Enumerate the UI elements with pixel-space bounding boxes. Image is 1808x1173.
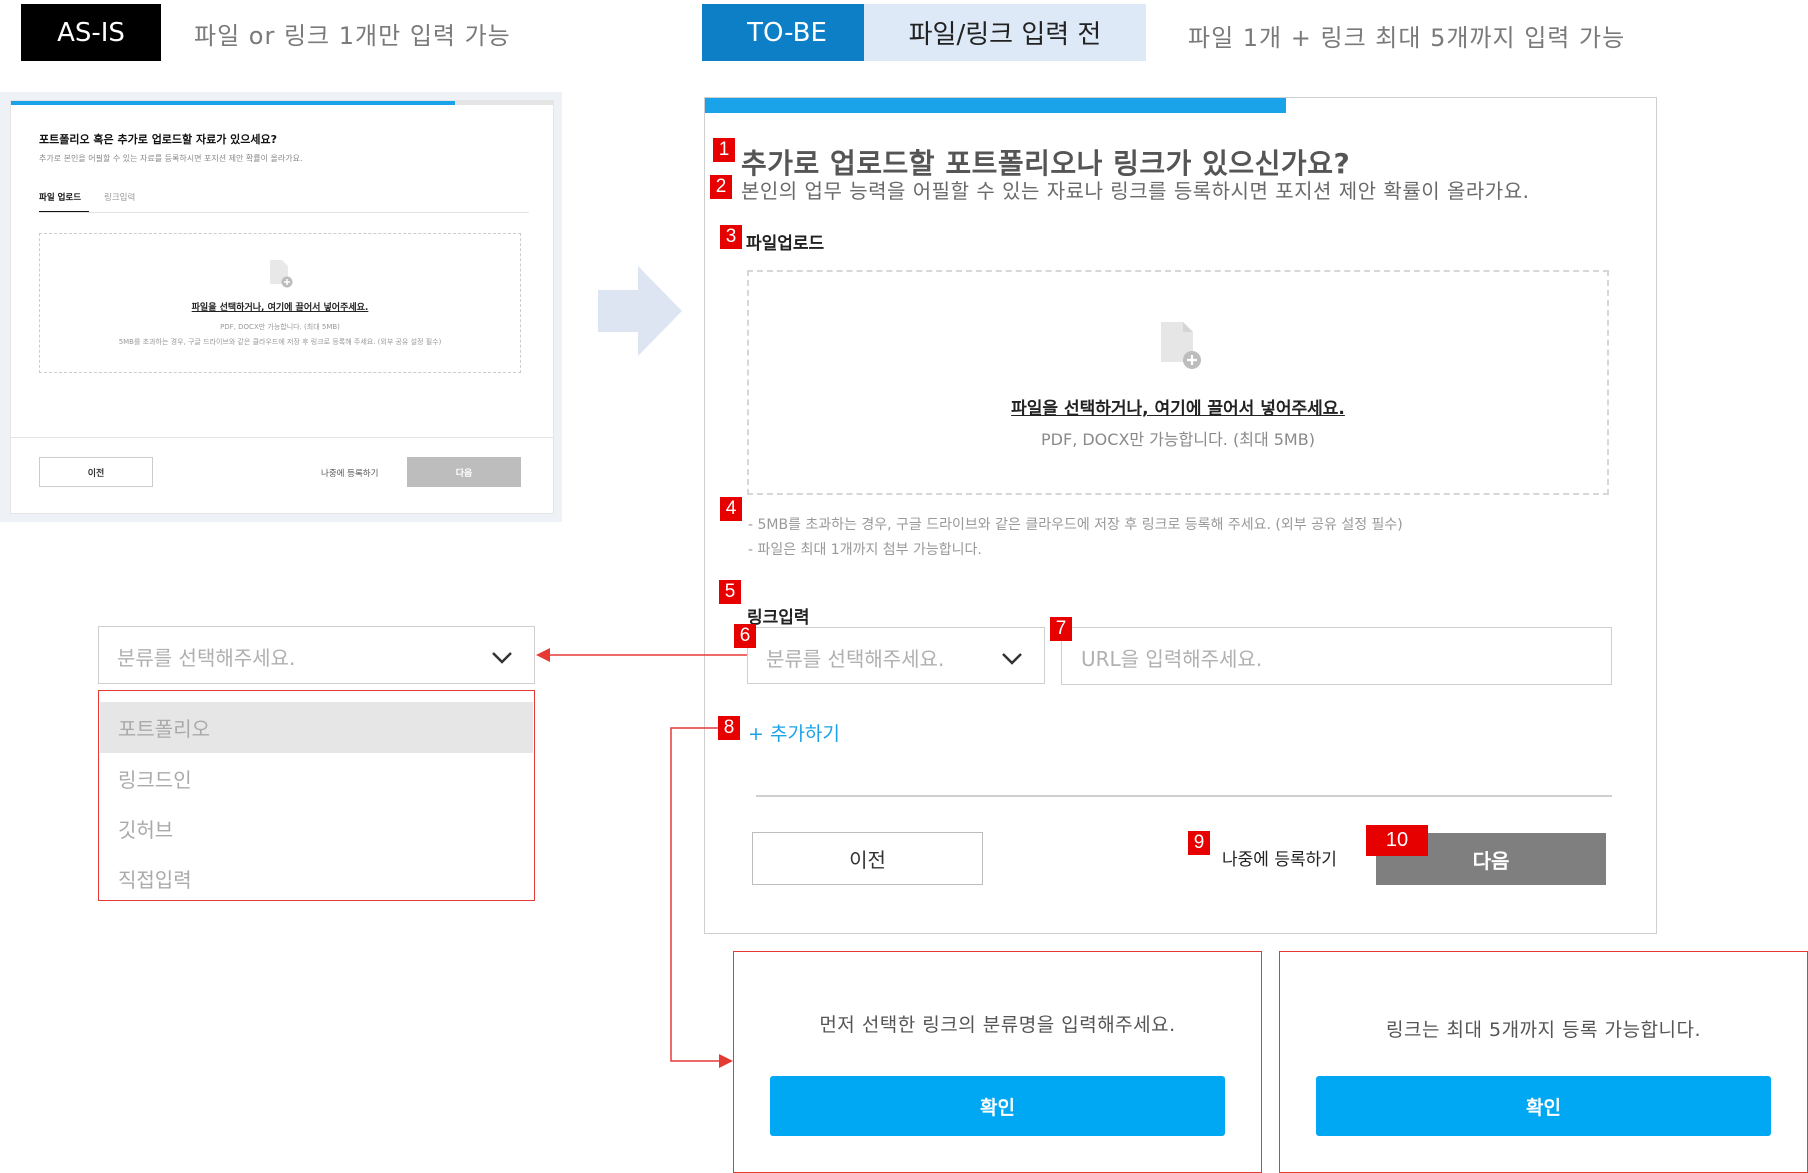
popup-confirm-button[interactable]: 확인	[1316, 1076, 1771, 1136]
popup-link-limit: 링크는 최대 5개까지 등록 가능합니다. 확인	[1279, 951, 1808, 1173]
popup-category-required: 먼저 선택한 링크의 분류명을 입력해주세요. 확인	[733, 951, 1262, 1173]
popup-message: 링크는 최대 5개까지 등록 가능합니다.	[1386, 1019, 1701, 1041]
popup-confirm-button[interactable]: 확인	[770, 1076, 1225, 1136]
popup-message: 먼저 선택한 링크의 분류명을 입력해주세요.	[819, 1014, 1176, 1036]
